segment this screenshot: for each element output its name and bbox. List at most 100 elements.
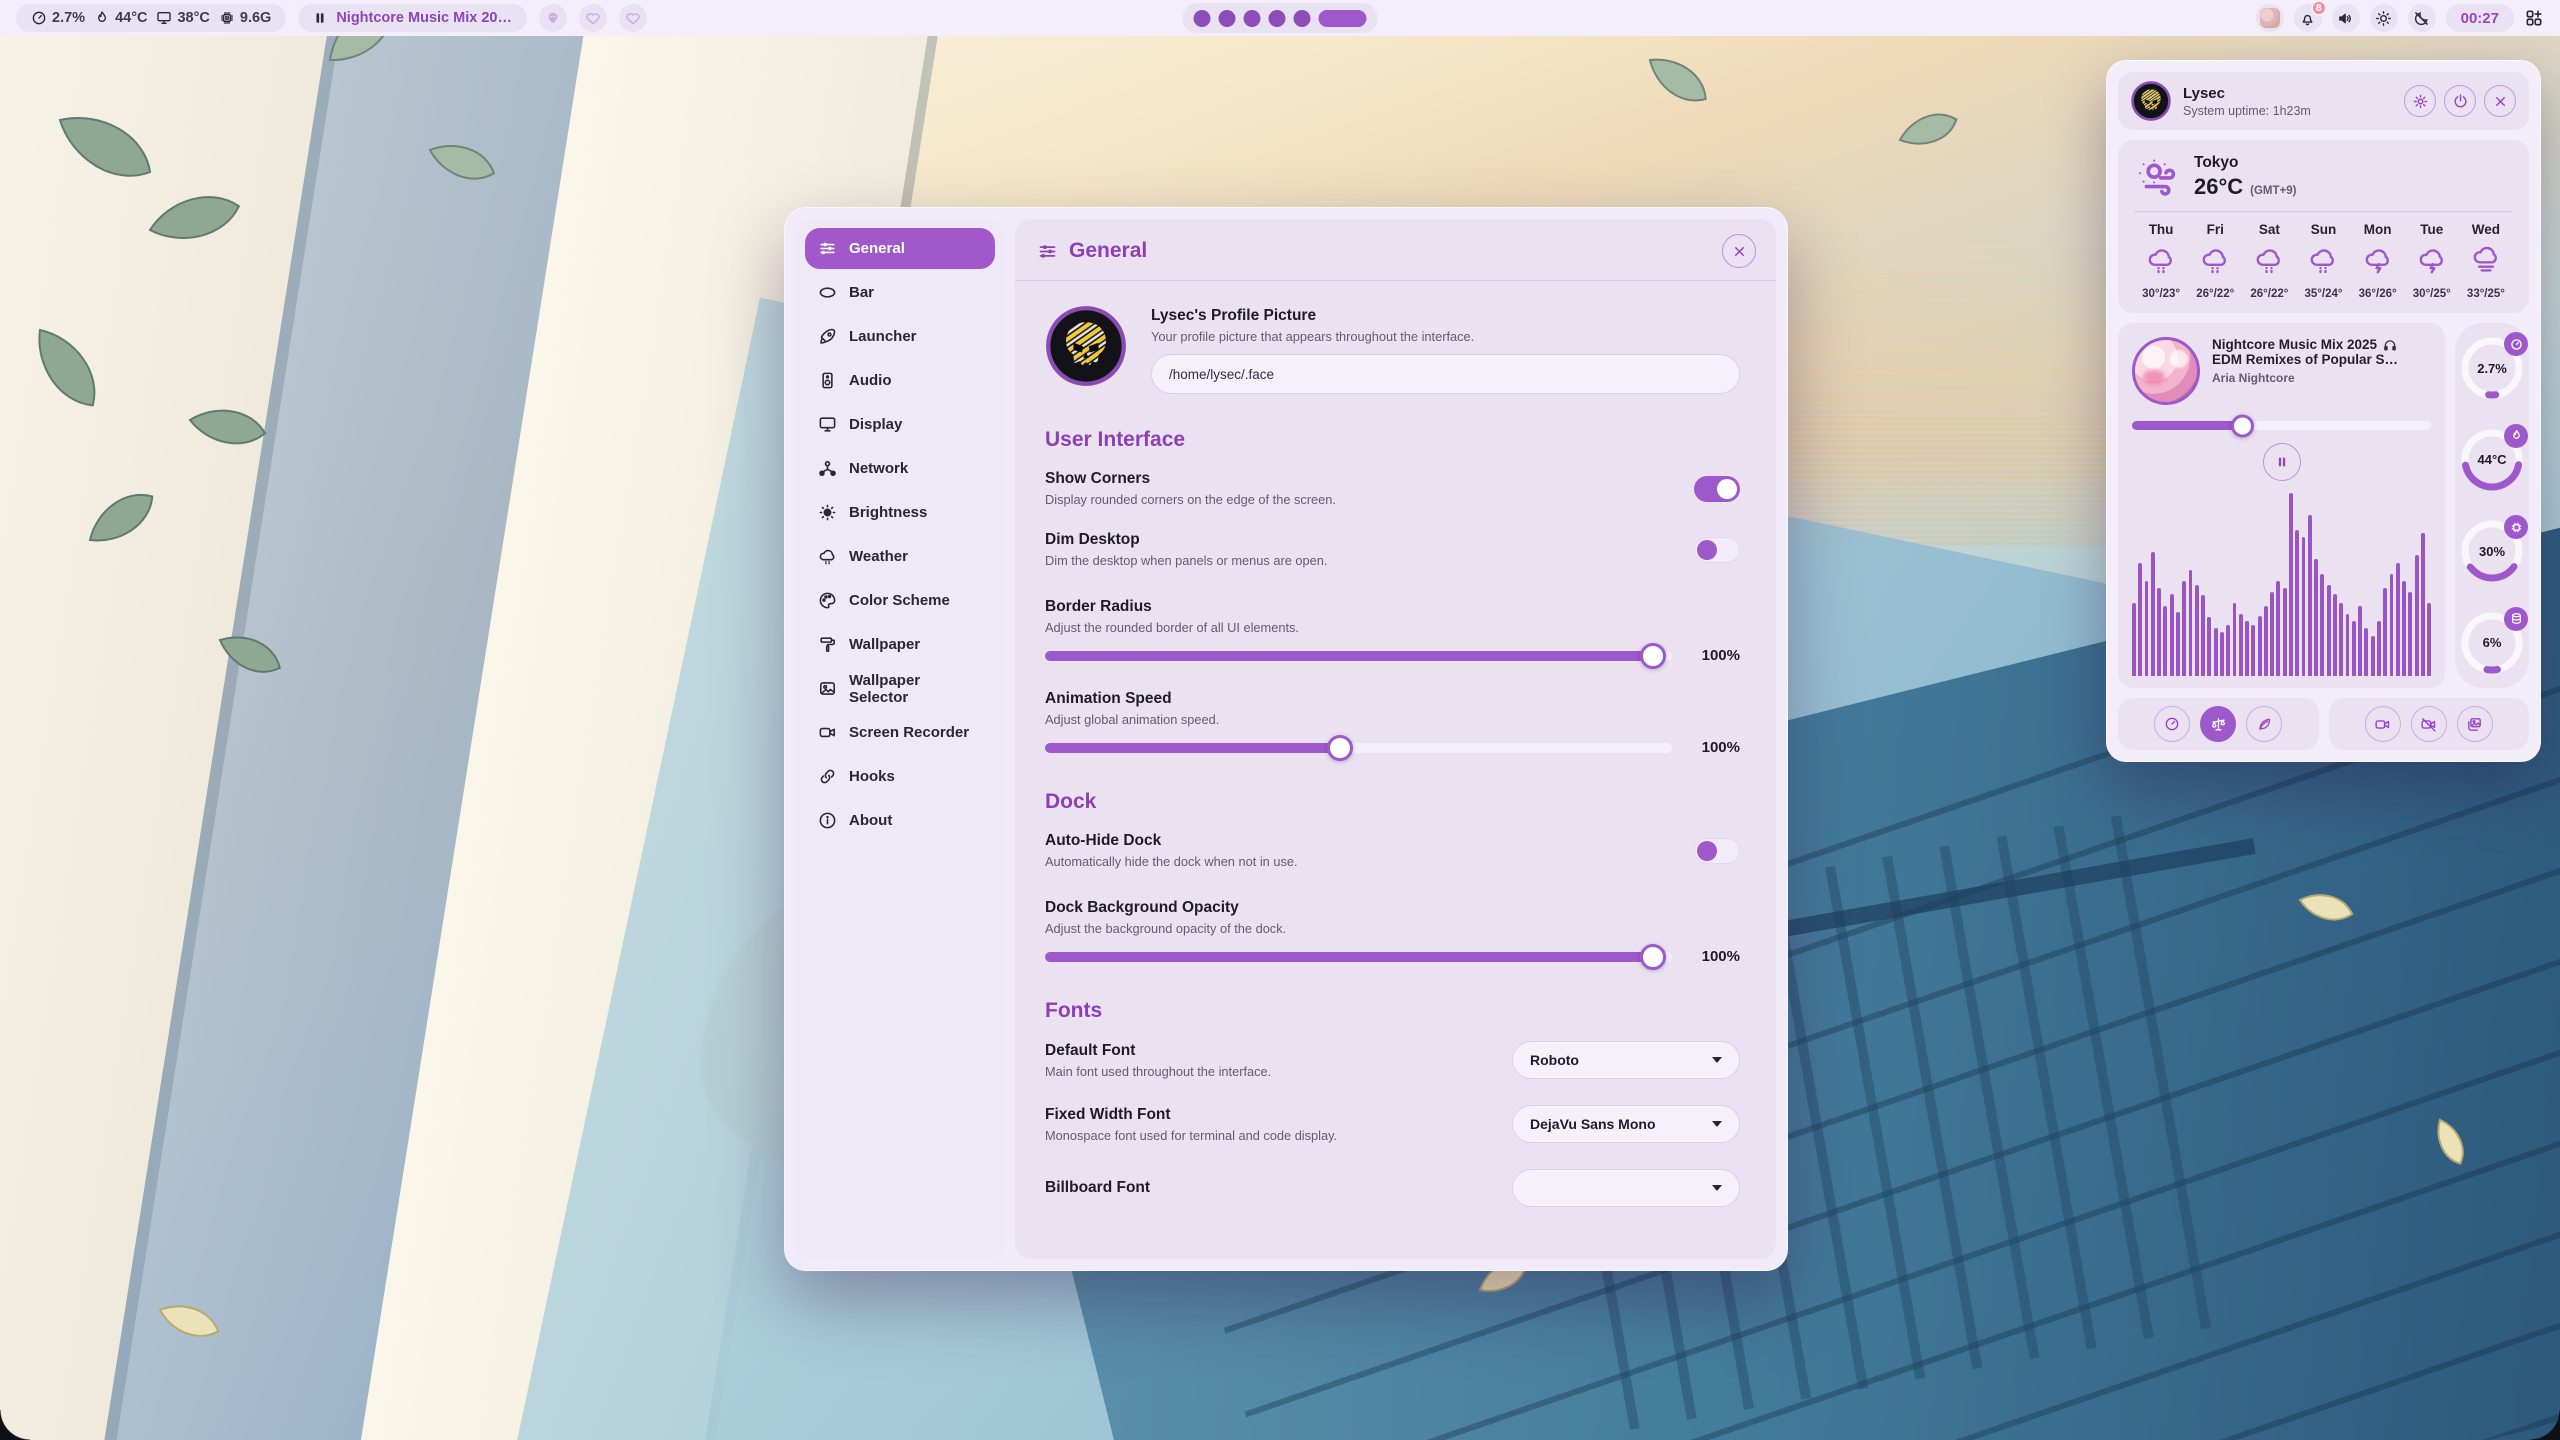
dim-desktop-toggle[interactable]: [1694, 537, 1740, 563]
billboard-font-dropdown[interactable]: [1512, 1169, 1740, 1207]
sidebar-item-weather[interactable]: Weather: [805, 536, 995, 577]
setting-description: Main font used throughout the interface.: [1045, 1064, 1271, 1079]
screen-corner-bottom-left: [0, 1410, 30, 1440]
sidebar-item-hooks[interactable]: Hooks: [805, 756, 995, 797]
animation-speed-slider[interactable]: [1045, 743, 1672, 753]
border-radius-slider[interactable]: [1045, 651, 1672, 661]
workspace-dot[interactable]: [1244, 10, 1261, 27]
workspace-dot[interactable]: [1194, 10, 1211, 27]
dock-opacity-row: Dock Background Opacity Adjust the backg…: [1045, 899, 1740, 965]
setting-label: Dim Desktop: [1045, 531, 1327, 549]
forecast-day: Sun 35°/24°: [2296, 222, 2350, 300]
show-corners-toggle[interactable]: [1694, 476, 1740, 502]
tray-app-icon[interactable]: [2256, 4, 2284, 32]
flame-icon: [2504, 424, 2528, 448]
sidebar-item-audio[interactable]: Audio: [805, 360, 995, 401]
sidebar-item-launcher[interactable]: Launcher: [805, 316, 995, 357]
volume-icon[interactable]: [2332, 4, 2360, 32]
settings-sidebar: General Bar Launcher Audio Display Netwo…: [796, 219, 1004, 1259]
auto-hide-dock-toggle[interactable]: [1694, 838, 1740, 864]
gpu-value: 38°C: [177, 10, 209, 26]
sidebar-item-brightness[interactable]: Brightness: [805, 492, 995, 533]
default-font-dropdown[interactable]: Roboto: [1512, 1041, 1740, 1079]
workspace-active[interactable]: [1319, 10, 1367, 27]
sidebar-item-color-scheme[interactable]: Color Scheme: [805, 580, 995, 621]
fixed-width-font-dropdown[interactable]: DejaVu Sans Mono: [1512, 1105, 1740, 1143]
visualizer-bar: [2276, 581, 2280, 676]
slider-knob[interactable]: [2231, 414, 2254, 437]
cloud-drizzle-icon: [2146, 246, 2176, 276]
dropdown-value: Roboto: [1530, 1052, 1579, 1068]
temperature-gauge: 44°C: [2459, 427, 2525, 493]
cpu-stat: 2.7%: [31, 10, 85, 26]
gpu-stat: 38°C: [156, 10, 209, 26]
night-mode-off-icon[interactable]: [2408, 4, 2436, 32]
section-title-dock: Dock: [1045, 790, 1740, 814]
slider-knob[interactable]: [1640, 643, 1666, 669]
wallpaper-images-icon[interactable]: [2457, 706, 2493, 742]
visualizer-bar: [2157, 588, 2161, 676]
setting-label: Fixed Width Font: [1045, 1106, 1337, 1124]
brightness-sun-icon[interactable]: [2370, 4, 2398, 32]
slider-knob[interactable]: [1327, 735, 1353, 761]
balanced-profile-scales-icon[interactable]: [2200, 706, 2236, 742]
power-icon[interactable]: [2444, 85, 2476, 117]
sun-icon: [818, 503, 837, 522]
power-saver-leaf-icon[interactable]: [2246, 706, 2282, 742]
sidebar-item-bar[interactable]: Bar: [805, 272, 995, 313]
audio-visualizer: [2132, 493, 2431, 676]
visualizer-bar: [2352, 621, 2356, 676]
idle-inhibit-video-off-icon[interactable]: [2411, 706, 2447, 742]
close-icon[interactable]: [1722, 234, 1756, 268]
cpu-gauge: 2.7%: [2459, 335, 2525, 401]
sidebar-item-label: Hooks: [849, 768, 895, 785]
sidebar-item-label: Wallpaper Selector: [849, 672, 982, 706]
visualizer-bar: [2239, 614, 2243, 676]
setting-description: Automatically hide the dock when not in …: [1045, 854, 1298, 869]
performance-profile-gauge-icon[interactable]: [2154, 706, 2190, 742]
auto-hide-dock-row: Auto-Hide Dock Automatically hide the do…: [1045, 832, 1740, 869]
settings-scroll-area[interactable]: Lysec's Profile Picture Your profile pic…: [1015, 281, 1776, 1252]
sidebar-item-wallpaper-selector[interactable]: Wallpaper Selector: [805, 668, 995, 709]
cloud-rain-icon: [818, 547, 837, 566]
screen-record-video-icon[interactable]: [2365, 706, 2401, 742]
media-pill[interactable]: Nightcore Music Mix 20…: [298, 4, 527, 32]
system-stats-pill[interactable]: 2.7% 44°C 38°C 9.6G: [16, 4, 286, 32]
media-progress-slider[interactable]: [2132, 421, 2431, 430]
sidebar-item-screen-recorder[interactable]: Screen Recorder: [805, 712, 995, 753]
slider-knob[interactable]: [1640, 944, 1666, 970]
sidebar-item-wallpaper[interactable]: Wallpaper: [805, 624, 995, 665]
clock[interactable]: 00:27: [2446, 4, 2514, 32]
skull-icon[interactable]: [539, 4, 567, 32]
workspace-indicator[interactable]: [1183, 3, 1378, 33]
notifications-bell-icon[interactable]: 8: [2294, 4, 2322, 32]
cloud-lightning-icon: [2363, 246, 2393, 276]
heart-icon[interactable]: [579, 4, 607, 32]
workspace-dot[interactable]: [1269, 10, 1286, 27]
visualizer-bar: [2195, 585, 2199, 677]
visualizer-bar: [2302, 537, 2306, 676]
sidebar-item-about[interactable]: About: [805, 800, 995, 841]
sidebar-item-label: Screen Recorder: [849, 724, 969, 741]
workspace-dot[interactable]: [1294, 10, 1311, 27]
sidebar-item-label: Bar: [849, 284, 874, 301]
pause-button[interactable]: [2263, 443, 2301, 481]
gear-icon[interactable]: [2404, 85, 2436, 117]
weather-city: Tokyo: [2194, 154, 2296, 172]
sidebar-item-display[interactable]: Display: [805, 404, 995, 445]
heart-icon[interactable]: [619, 4, 647, 32]
dock-opacity-slider[interactable]: [1045, 952, 1672, 962]
sidebar-item-network[interactable]: Network: [805, 448, 995, 489]
close-icon[interactable]: [2484, 85, 2516, 117]
workspace-dot[interactable]: [1219, 10, 1236, 27]
profile-description: Your profile picture that appears throug…: [1151, 329, 1740, 344]
setting-label: Animation Speed: [1045, 690, 1740, 708]
profile-path-input[interactable]: /home/lysec/.face: [1151, 354, 1740, 394]
visualizer-bar: [2339, 603, 2343, 676]
sidebar-item-general[interactable]: General: [805, 228, 995, 269]
sliders-icon: [1037, 241, 1058, 262]
forecast-day: Tue 30°/25°: [2405, 222, 2459, 300]
sidebar-item-label: Audio: [849, 372, 892, 389]
sidebar-item-label: Wallpaper: [849, 636, 920, 653]
app-launcher-icon[interactable]: [2524, 8, 2544, 28]
